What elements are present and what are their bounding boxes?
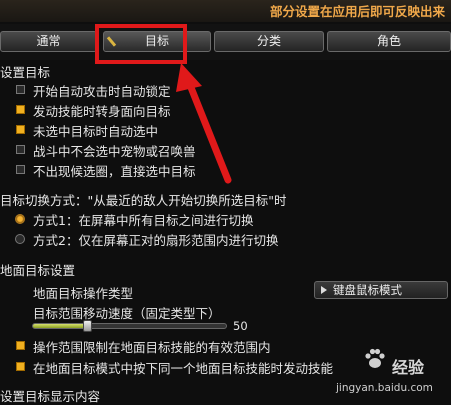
section-switch-mode-title: 目标切换方式："从最近的敌人开始切换所选目标"时 <box>0 193 287 208</box>
radio-label: 方式1：在屏幕中所有目标之间进行切换 <box>33 213 254 228</box>
checkbox-auto-select[interactable] <box>16 125 25 134</box>
section-display-title: 设置目标显示内容 <box>0 389 101 404</box>
checkbox-auto-lock[interactable] <box>16 85 25 94</box>
radio-mode-1[interactable] <box>15 214 25 224</box>
speed-slider[interactable] <box>32 320 227 332</box>
option-label: 操作范围限制在地面目标技能的有效范围内 <box>33 340 271 355</box>
slider-fill <box>33 324 88 328</box>
option-label: 发动技能时转身面向目标 <box>33 104 171 119</box>
option-label: 不出现候选圈，直接选中目标 <box>33 164 196 179</box>
checkbox-no-candidate-circle[interactable] <box>16 165 25 174</box>
watermark-title: 经验 <box>392 358 425 377</box>
triangle-right-icon <box>321 286 327 294</box>
watermark-url: jingyan.baidu.com <box>336 382 433 394</box>
radio-label: 方式2：仅在屏幕正对的扇形范围内进行切换 <box>33 233 279 248</box>
radio-mode-2[interactable] <box>15 234 25 244</box>
section-ground-target-title: 地面目标设置 <box>0 263 76 278</box>
speed-value: 50 <box>233 319 248 333</box>
checkbox-limit-range[interactable] <box>16 341 25 350</box>
option-label: 战斗中不会选中宠物或召唤兽 <box>33 144 196 159</box>
slider-handle[interactable] <box>83 320 93 332</box>
checkbox-repeat-key-cast[interactable] <box>16 362 25 371</box>
dropdown-value: 键盘鼠标模式 <box>333 283 402 297</box>
speed-label: 目标范围移动速度（固定类型下） <box>33 306 221 321</box>
option-label: 未选中目标时自动选中 <box>33 124 159 139</box>
checkbox-ignore-pets[interactable] <box>16 145 25 154</box>
option-label: 在地面目标模式中按下同一个地面目标技能时发动技能 <box>33 361 334 376</box>
paw-logo-icon <box>365 348 385 368</box>
operation-type-label: 地面目标操作类型 <box>33 286 134 301</box>
section-target-settings-title: 设置目标 <box>0 65 51 80</box>
operation-type-dropdown[interactable]: 键盘鼠标模式 <box>314 281 448 299</box>
option-label: 开始自动攻击时自动锁定 <box>33 84 171 99</box>
checkbox-face-target[interactable] <box>16 105 25 114</box>
